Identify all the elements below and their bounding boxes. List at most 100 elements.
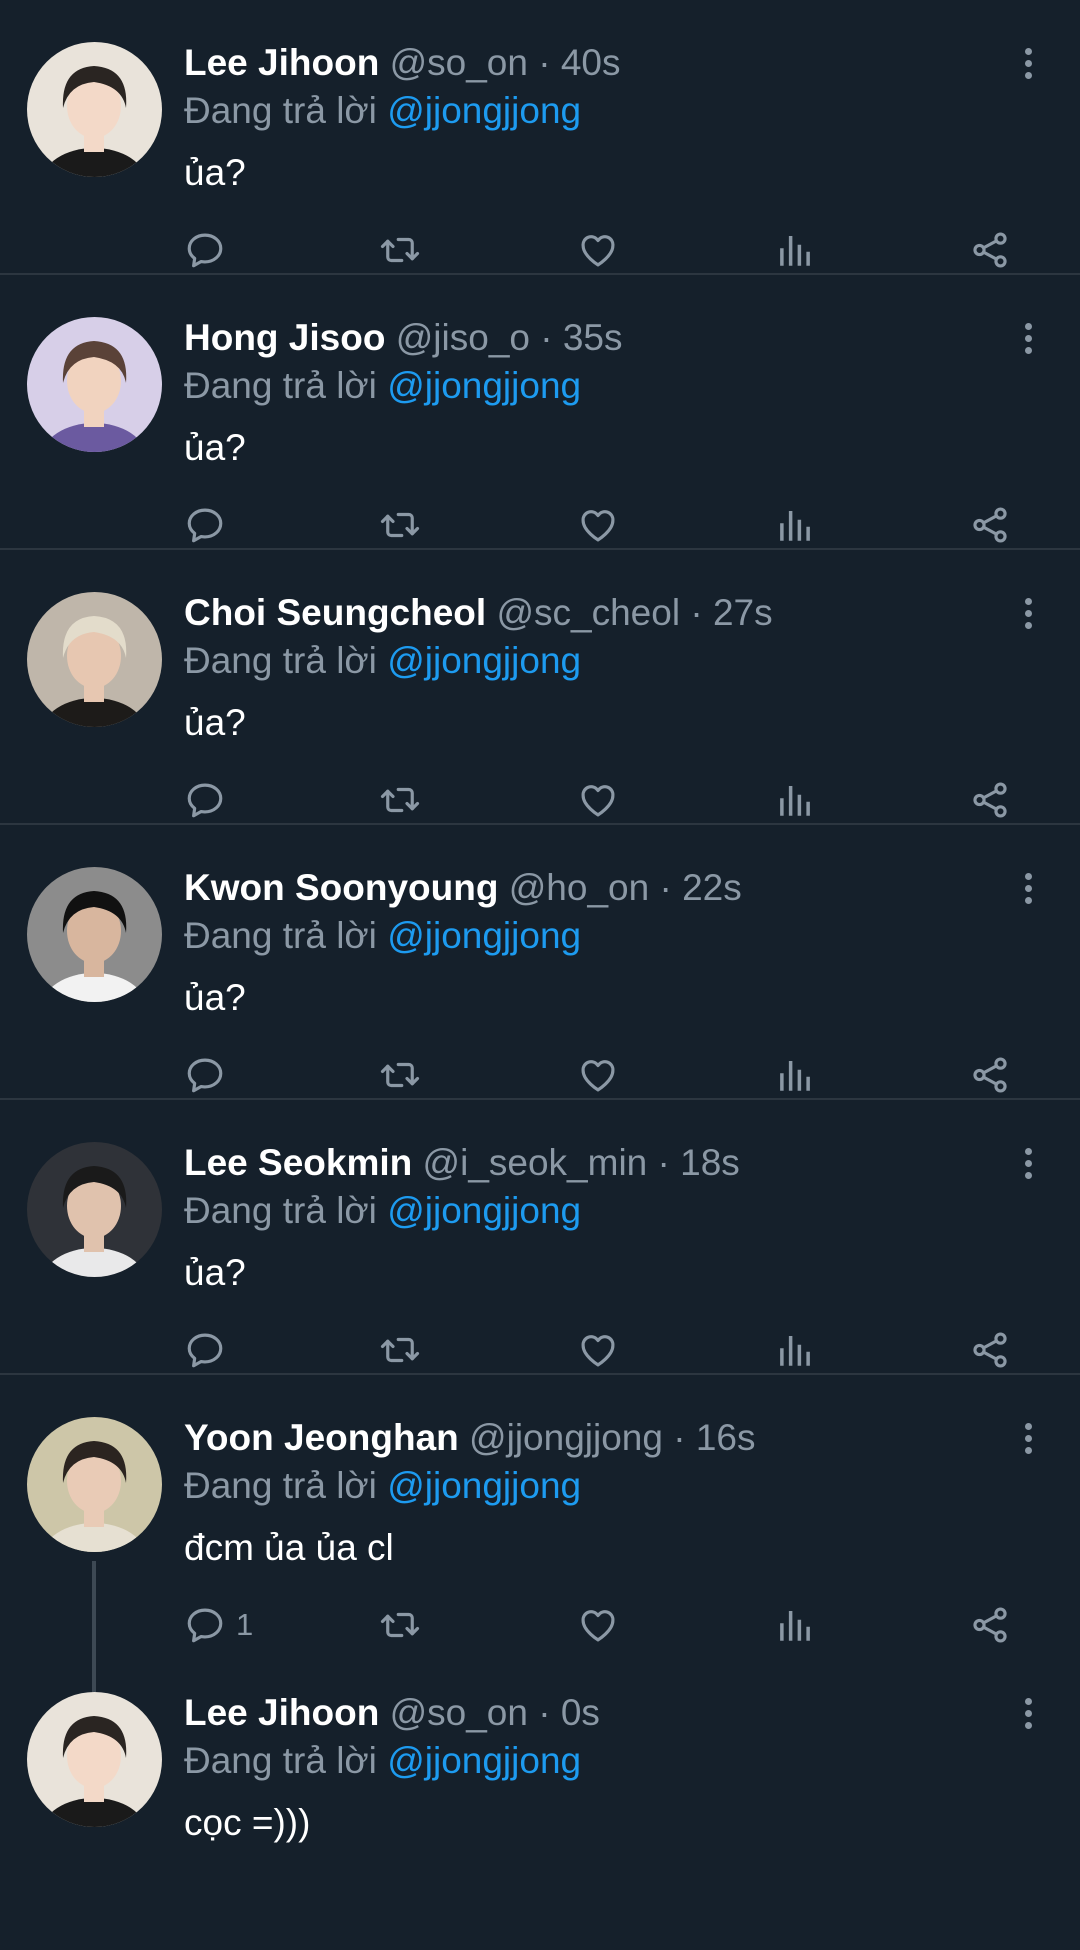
share-button[interactable] [969, 1603, 1011, 1647]
more-icon[interactable] [1022, 1148, 1034, 1184]
timestamp[interactable]: 22s [682, 867, 742, 908]
tweet-header: Choi Seungcheol @sc_cheol · 27s [184, 590, 1010, 636]
share-button[interactable] [969, 503, 1011, 547]
user-handle[interactable]: @ho_on [509, 867, 649, 908]
user-handle[interactable]: @i_seok_min [423, 1142, 648, 1183]
retweet-button[interactable] [379, 778, 421, 822]
more-icon[interactable] [1022, 323, 1034, 359]
like-button[interactable] [577, 228, 619, 272]
tweet-header: Lee Seokmin @i_seok_min · 18s [184, 1140, 1010, 1186]
retweet-button[interactable] [379, 1328, 421, 1372]
share-button[interactable] [969, 1328, 1011, 1372]
avatar[interactable] [27, 1142, 162, 1277]
retweet-button[interactable] [379, 1603, 421, 1647]
display-name[interactable]: Yoon Jeonghan [184, 1417, 459, 1458]
stats-button[interactable] [774, 1053, 816, 1097]
avatar[interactable] [27, 42, 162, 177]
stats-button[interactable] [774, 228, 816, 272]
avatar[interactable] [27, 1692, 162, 1827]
reply-icon [184, 779, 226, 821]
stats-button[interactable] [774, 503, 816, 547]
avatar[interactable] [27, 867, 162, 1002]
avatar[interactable] [27, 317, 162, 452]
tweet-content: Lee Seokmin @i_seok_min · 18s Đang trả l… [184, 1140, 1010, 1296]
timestamp[interactable]: 35s [563, 317, 623, 358]
timestamp[interactable]: 27s [713, 592, 773, 633]
tweet-header: Hong Jisoo @jiso_o · 35s [184, 315, 1010, 361]
share-button[interactable] [969, 778, 1011, 822]
retweet-icon [379, 1329, 421, 1371]
timestamp[interactable]: 40s [561, 42, 621, 83]
stats-button[interactable] [774, 1603, 816, 1647]
reply-button[interactable] [184, 778, 236, 822]
share-button[interactable] [969, 1053, 1011, 1097]
separator: · [659, 867, 672, 908]
tweet-feed: Lee Jihoon @so_on · 40s Đang trả lời @jj… [0, 0, 1080, 1950]
timestamp[interactable]: 18s [680, 1142, 740, 1183]
stats-button[interactable] [774, 1328, 816, 1372]
like-button[interactable] [577, 778, 619, 822]
more-icon[interactable] [1022, 873, 1034, 909]
replying-to-handle[interactable]: @jjongjjong [387, 90, 581, 131]
tweet[interactable]: Hong Jisoo @jiso_o · 35s Đang trả lời @j… [0, 275, 1080, 550]
user-handle[interactable]: @sc_cheol [496, 592, 680, 633]
reply-button[interactable]: 1 [184, 1603, 253, 1647]
replying-to-handle[interactable]: @jjongjjong [387, 1740, 581, 1781]
tweet-actions [184, 1328, 1024, 1372]
share-icon [969, 779, 1011, 821]
retweet-button[interactable] [379, 228, 421, 272]
replying-to-label: Đang trả lời [184, 1465, 377, 1506]
reply-icon [184, 1329, 226, 1371]
like-button[interactable] [577, 503, 619, 547]
reply-button[interactable] [184, 1053, 236, 1097]
user-handle[interactable]: @so_on [390, 1692, 528, 1733]
user-handle[interactable]: @so_on [390, 42, 528, 83]
separator: · [657, 1142, 670, 1183]
tweet[interactable]: Kwon Soonyoung @ho_on · 22s Đang trả lời… [0, 825, 1080, 1100]
retweet-button[interactable] [379, 1053, 421, 1097]
like-icon [577, 504, 619, 546]
avatar[interactable] [27, 592, 162, 727]
replying-to-label: Đang trả lời [184, 1740, 377, 1781]
replying-to-handle[interactable]: @jjongjjong [387, 1190, 581, 1231]
display-name[interactable]: Choi Seungcheol [184, 592, 486, 633]
replying-to-handle[interactable]: @jjongjjong [387, 1465, 581, 1506]
more-icon[interactable] [1022, 1423, 1034, 1459]
more-icon[interactable] [1022, 1698, 1034, 1734]
stats-button[interactable] [774, 778, 816, 822]
tweet-actions [184, 1053, 1024, 1097]
display-name[interactable]: Lee Seokmin [184, 1142, 412, 1183]
tweet[interactable]: Lee Jihoon @so_on · 40s Đang trả lời @jj… [0, 0, 1080, 275]
replying-to-handle[interactable]: @jjongjjong [387, 915, 581, 956]
retweet-button[interactable] [379, 503, 421, 547]
replying-to-handle[interactable]: @jjongjjong [387, 640, 581, 681]
tweet-header: Lee Jihoon @so_on · 0s [184, 1690, 1010, 1736]
display-name[interactable]: Lee Jihoon [184, 1692, 379, 1733]
separator: · [540, 317, 553, 358]
more-icon[interactable] [1022, 598, 1034, 634]
user-handle[interactable]: @jjongjjong [469, 1417, 663, 1458]
reply-button[interactable] [184, 503, 236, 547]
tweet[interactable]: Lee Jihoon @so_on · 0s Đang trả lời @jjo… [0, 1650, 1080, 1950]
like-button[interactable] [577, 1603, 619, 1647]
tweet[interactable]: Yoon Jeonghan @jjongjjong · 16s Đang trả… [0, 1375, 1080, 1741]
share-button[interactable] [969, 228, 1011, 272]
tweet-content: Hong Jisoo @jiso_o · 35s Đang trả lời @j… [184, 315, 1010, 471]
replying-to: Đang trả lời @jjongjjong [184, 1188, 1010, 1234]
display-name[interactable]: Hong Jisoo [184, 317, 385, 358]
reply-button[interactable] [184, 228, 236, 272]
tweet[interactable]: Lee Seokmin @i_seok_min · 18s Đang trả l… [0, 1100, 1080, 1375]
like-button[interactable] [577, 1328, 619, 1372]
timestamp[interactable]: 16s [696, 1417, 756, 1458]
replying-to-handle[interactable]: @jjongjjong [387, 365, 581, 406]
reply-button[interactable] [184, 1328, 236, 1372]
tweet-text: ủa? [184, 152, 246, 193]
avatar[interactable] [27, 1417, 162, 1552]
tweet[interactable]: Choi Seungcheol @sc_cheol · 27s Đang trả… [0, 550, 1080, 825]
user-handle[interactable]: @jiso_o [396, 317, 530, 358]
more-icon[interactable] [1022, 48, 1034, 84]
display-name[interactable]: Lee Jihoon [184, 42, 379, 83]
timestamp[interactable]: 0s [561, 1692, 600, 1733]
display-name[interactable]: Kwon Soonyoung [184, 867, 498, 908]
like-button[interactable] [577, 1053, 619, 1097]
